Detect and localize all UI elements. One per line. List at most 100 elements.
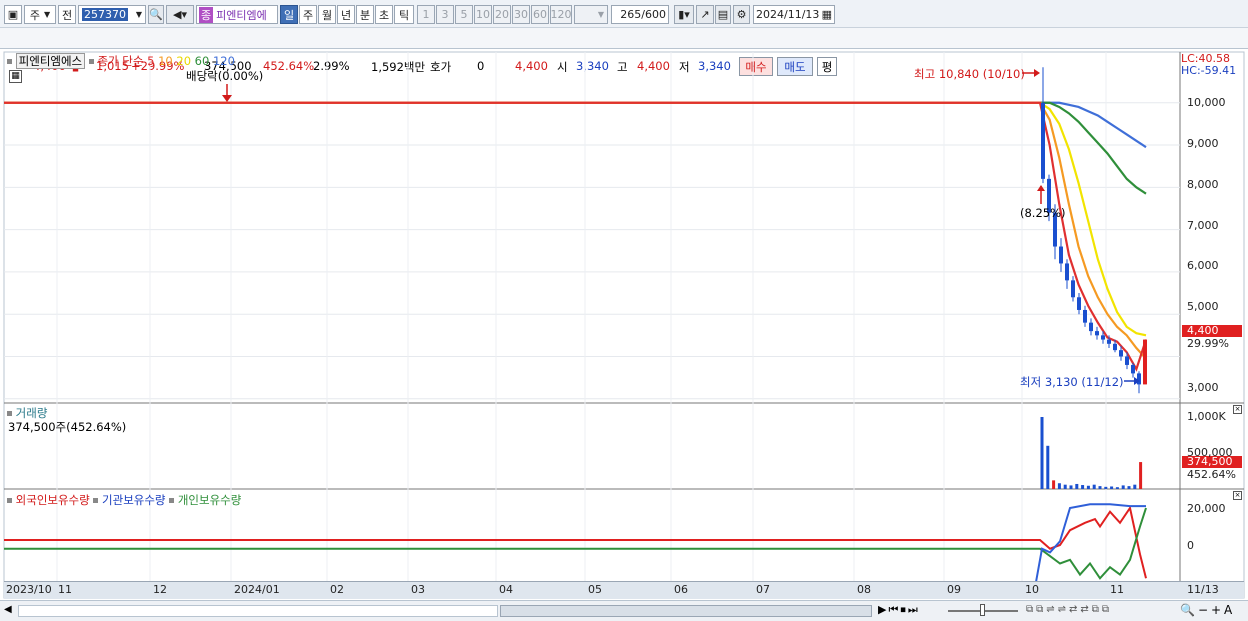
x-tick: 11/13 — [1187, 583, 1219, 596]
candle-body — [1107, 339, 1111, 344]
foreign-holding-line — [4, 505, 1147, 579]
price-pane-header: 피엔티엠에스 종가 단순 5 10 20 60 120 — [7, 53, 235, 69]
holding-tick: 20,000 — [1187, 502, 1226, 515]
table-icon[interactable]: ▦ — [9, 70, 22, 83]
close-icon[interactable]: × — [1233, 405, 1242, 414]
y-tick: 7,000 — [1187, 219, 1219, 232]
x-tick: 02 — [330, 583, 344, 596]
x-tick: 04 — [499, 583, 513, 596]
x-tick: 11 — [1110, 583, 1124, 596]
x-tick: 2023/10 — [6, 583, 52, 596]
x-tick: 2024/01 — [234, 583, 280, 596]
candle-body — [1089, 322, 1093, 332]
ma-60[interactable]: 60 — [195, 54, 210, 68]
candle-body — [1083, 309, 1087, 323]
volume-bar — [1040, 417, 1044, 489]
price-current-pct: 29.99% — [1187, 337, 1229, 350]
volume-bar — [1052, 480, 1056, 489]
x-tick: 07 — [756, 583, 770, 596]
x-tick: 10 — [1025, 583, 1039, 596]
x-tick: 12 — [153, 583, 167, 596]
ma-10[interactable]: 10 — [158, 54, 173, 68]
x-tick: 08 — [857, 583, 871, 596]
zoom-slider-handle[interactable] — [980, 604, 985, 616]
volume-current-pct: 452.64% — [1187, 468, 1236, 481]
high-note: 최고 10,840 (10/10) — [914, 67, 1025, 81]
candle-body — [1101, 335, 1105, 340]
candle-body — [1143, 339, 1147, 385]
scroll-left-icon[interactable]: ◀ — [4, 604, 12, 615]
legend-institution[interactable]: 기관보유수량 — [102, 493, 165, 507]
volume-bar — [1081, 485, 1085, 489]
low-note: 최저 3,130 (11/12) — [1020, 375, 1124, 389]
x-axis — [4, 581, 1244, 599]
moving-average-lines — [4, 101, 1148, 372]
volume-bar — [1075, 483, 1079, 489]
y-tick: 3,000 — [1187, 381, 1219, 394]
candle-body — [1119, 350, 1123, 357]
ma-10-line — [4, 101, 1147, 360]
up-arrow-icon — [1037, 185, 1045, 191]
ma-120-line — [4, 101, 1147, 149]
volume-bar — [1063, 484, 1067, 489]
y-tick: 8,000 — [1187, 178, 1219, 191]
volume-current-label: 374,500 — [1187, 455, 1233, 468]
volume-bar — [1121, 485, 1125, 489]
candle-body — [1131, 364, 1135, 374]
holding-legend: 외국인보유수량 기관보유수량 개인보유수량 — [7, 492, 241, 508]
price-current-label: 4,400 — [1187, 324, 1219, 337]
candle-body — [1095, 331, 1099, 336]
candle-body — [1041, 102, 1045, 179]
close-icon[interactable]: × — [1233, 491, 1242, 500]
scrollbar[interactable]: ◀ ▶⏮⏹⏭ ⧉⧉⇌⇌⇄⇄⧉⧉ 🔍−+A — [0, 600, 1248, 621]
pane-handle-icon[interactable] — [7, 59, 12, 64]
tool-icons[interactable]: ⧉⧉⇌⇌⇄⇄⧉⧉ — [1026, 604, 1112, 615]
playback-controls[interactable]: ▶⏮⏹⏭ — [878, 603, 920, 617]
ma-120[interactable]: 120 — [213, 54, 235, 68]
volume-tick: 1,000K — [1187, 410, 1226, 423]
candles — [1041, 67, 1147, 394]
volume-bar — [1086, 485, 1090, 489]
x-tick: 11 — [58, 583, 72, 596]
volume-bar — [1133, 484, 1137, 489]
x-tick: 09 — [947, 583, 961, 596]
institution-holding-line — [4, 503, 1146, 583]
scroll-thumb[interactable] — [500, 605, 872, 617]
stock-name-label[interactable]: 피엔티엠에스 — [15, 53, 86, 69]
chart-canvas[interactable] — [0, 0, 1248, 621]
candle-body — [1137, 373, 1141, 385]
ma-5[interactable]: 5 — [147, 54, 154, 68]
volume-bar — [1057, 483, 1061, 489]
zoom-icons[interactable]: 🔍−+A — [1180, 603, 1235, 617]
volume-desc: 374,500주(452.64%) — [8, 420, 127, 434]
holding-lines — [4, 503, 1147, 583]
pane-handle-icon[interactable] — [88, 59, 94, 64]
candle-body — [1071, 280, 1075, 298]
mid-note: (8.25%) — [1020, 206, 1066, 220]
volume-bar — [1115, 487, 1119, 489]
ma-label[interactable]: 종가 단순 — [97, 54, 143, 68]
x-tick: 06 — [674, 583, 688, 596]
volume-bar — [1046, 445, 1050, 489]
candle-body — [1077, 297, 1081, 310]
volume-bar — [1139, 462, 1143, 489]
y-tick: 6,000 — [1187, 259, 1219, 272]
volume-bars — [1040, 417, 1143, 489]
volume-bar — [1110, 486, 1114, 489]
volume-bar — [1098, 486, 1102, 489]
x-tick: 03 — [411, 583, 425, 596]
volume-bar — [1092, 484, 1096, 489]
individual-holding-line — [4, 507, 1147, 580]
ma-20[interactable]: 20 — [176, 54, 191, 68]
candle-body — [1065, 263, 1069, 281]
right-arrow-icon — [1034, 69, 1040, 77]
legend-foreign[interactable]: 외국인보유수량 — [16, 493, 90, 507]
scroll-track[interactable] — [18, 605, 498, 617]
volume-bar — [1104, 486, 1108, 489]
candle-body — [1125, 356, 1129, 365]
volume-bar — [1127, 486, 1131, 489]
ma-5-line — [4, 101, 1148, 372]
legend-individual[interactable]: 개인보유수량 — [178, 493, 241, 507]
y-tick: 10,000 — [1187, 96, 1226, 109]
candle-body — [1059, 246, 1063, 264]
